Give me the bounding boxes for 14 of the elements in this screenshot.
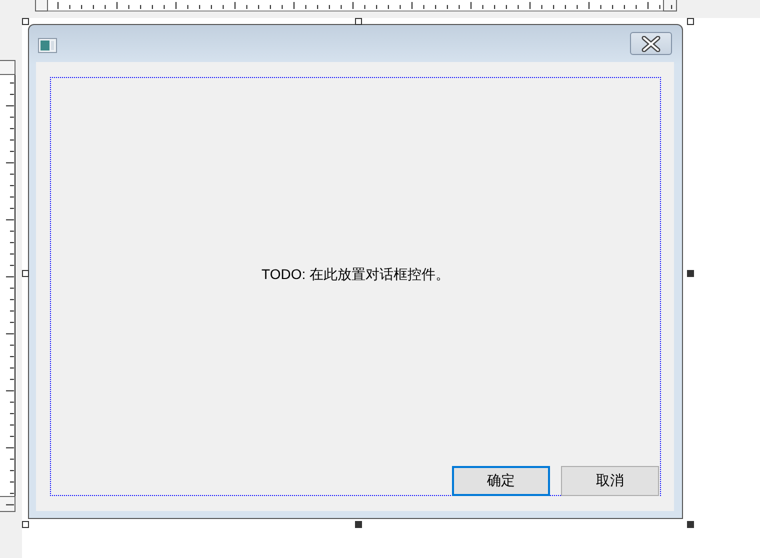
resize-handle[interactable] <box>687 270 694 277</box>
resize-handle[interactable] <box>22 270 29 277</box>
ok-button[interactable]: 确定 <box>452 466 550 496</box>
window-icon <box>38 38 57 53</box>
resize-handle[interactable] <box>355 521 362 528</box>
close-icon <box>641 36 661 52</box>
resize-handle[interactable] <box>687 18 694 25</box>
placeholder-text: TODO: 在此放置对话框控件。 <box>262 266 450 284</box>
resize-handle[interactable] <box>22 18 29 25</box>
close-button[interactable] <box>630 32 672 55</box>
resize-handle[interactable] <box>687 521 694 528</box>
cancel-button[interactable]: 取消 <box>561 466 659 496</box>
resize-handle[interactable] <box>355 18 362 25</box>
resize-handle[interactable] <box>22 521 29 528</box>
